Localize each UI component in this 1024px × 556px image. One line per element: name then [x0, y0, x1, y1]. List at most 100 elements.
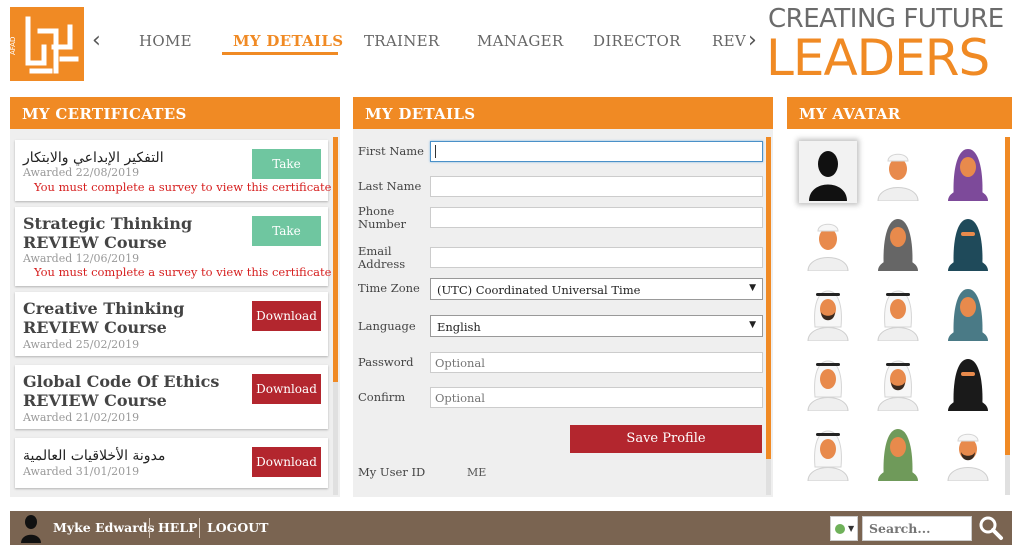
avatar-figure-icon [948, 289, 988, 341]
text-caret [435, 145, 436, 158]
details-scrollbar[interactable] [766, 137, 771, 495]
certificate-card: Creative Thinking REVIEW Course Awarded … [15, 292, 328, 356]
language-label: Language [358, 319, 416, 333]
certificate-title: Creative Thinking REVIEW Course [23, 299, 185, 337]
download-button[interactable]: Download [252, 447, 321, 477]
time-zone-select[interactable]: (UTC) Coordinated Universal Time ▼ [430, 278, 763, 300]
certificate-title: مدونة الأخلاقيات العالمية [23, 448, 166, 464]
language-value: English [437, 320, 481, 334]
search-icon[interactable] [978, 515, 1004, 541]
details-heading: MY DETAILS [353, 97, 773, 129]
first-name-input[interactable] [430, 141, 763, 162]
language-select[interactable]: English ▼ [430, 315, 763, 337]
chevron-left-icon[interactable]: ‹ [92, 28, 101, 53]
avatar-figure-icon [809, 151, 847, 201]
phone-number-input[interactable] [430, 207, 763, 228]
first-name-label: First Name [358, 144, 424, 158]
confirm-label: Confirm [358, 390, 406, 404]
password-input[interactable] [430, 352, 763, 373]
avatar-figure-icon [807, 360, 849, 411]
user-id-value: ME [467, 466, 487, 479]
avatar-option[interactable] [799, 421, 857, 483]
footer-divider [199, 518, 200, 538]
nav-trainer[interactable]: TRAINER [364, 32, 440, 50]
avatar-figure-icon [948, 149, 988, 201]
svg-text:AFAD: AFAD [10, 37, 17, 55]
avatar-figure-icon [807, 430, 849, 481]
avatar-figure-icon [878, 429, 918, 481]
avatar-option[interactable] [939, 141, 997, 203]
avatar-option[interactable] [869, 281, 927, 343]
save-profile-button[interactable]: Save Profile [570, 425, 762, 453]
footer-bar: Myke Edwards HELP LOGOUT ▼ [10, 511, 1012, 545]
avatar-option[interactable] [869, 351, 927, 413]
avatar-option[interactable] [869, 421, 927, 483]
details-panel: MY DETAILS First Name Last Name Phone Nu… [353, 97, 773, 497]
avatar-option[interactable] [799, 351, 857, 413]
nav-review[interactable]: REVI [712, 32, 746, 50]
nav-director[interactable]: DIRECTOR [593, 32, 681, 50]
last-name-input[interactable] [430, 176, 763, 197]
avatar-figure-icon [948, 359, 988, 411]
footer-divider [149, 518, 150, 538]
time-zone-value: (UTC) Coordinated Universal Time [437, 283, 641, 297]
avatar-heading: MY AVATAR [787, 97, 1012, 129]
logout-link[interactable]: LOGOUT [207, 520, 268, 535]
certificate-card: Global Code Of Ethics REVIEW Course Awar… [15, 365, 328, 429]
email-address-input[interactable] [430, 247, 763, 268]
avatar-option[interactable] [799, 211, 857, 273]
certificate-date: Awarded 31/01/2019 [23, 465, 140, 478]
avatar-scrollbar[interactable] [1005, 137, 1010, 495]
scrollbar-thumb[interactable] [766, 137, 771, 459]
nav-my-details[interactable]: MY DETAILS [233, 32, 343, 50]
confirm-password-input[interactable] [430, 387, 763, 408]
avatar-option[interactable] [799, 281, 857, 343]
search-input[interactable] [862, 516, 972, 541]
email-address-label: Email Address [358, 244, 406, 271]
certificate-date: Awarded 22/08/2019 [23, 166, 140, 179]
dropdown-arrow-icon: ▼ [749, 283, 756, 293]
scrollbar-thumb[interactable] [1005, 137, 1010, 455]
certificate-title: Strategic Thinking REVIEW Course [23, 214, 193, 252]
avatar-option[interactable] [939, 351, 997, 413]
help-link[interactable]: HELP [158, 520, 198, 535]
main-nav: HOME MY DETAILS TRAINER MANAGER DIRECTOR… [110, 32, 746, 62]
certificate-card: التفكير الإبداعي والابتكار Awarded 22/08… [15, 140, 331, 201]
take-survey-button[interactable]: Take Survey [252, 216, 321, 268]
avatar-option[interactable] [799, 141, 857, 203]
language-switcher[interactable]: ▼ [830, 516, 858, 541]
avatar-figure-icon [877, 360, 919, 411]
dropdown-arrow-icon: ▼ [749, 320, 756, 330]
avatar-figure-icon [878, 219, 918, 271]
certificates-panel: MY CERTIFICATES التفكير الإبداعي والابتك… [10, 97, 340, 497]
certificate-card: Strategic Thinking REVIEW Course Awarded… [15, 207, 331, 286]
active-nav-underline [222, 52, 338, 55]
phone-number-label: Phone Number [358, 204, 407, 231]
scrollbar-thumb[interactable] [333, 137, 338, 382]
avatar-option[interactable] [939, 211, 997, 273]
avatar-option[interactable] [869, 141, 927, 203]
footer-user-name[interactable]: Myke Edwards [53, 520, 155, 535]
avatar-figure-icon [877, 153, 919, 201]
avatar-figure-icon [807, 290, 849, 341]
avatar-figure-icon [947, 433, 989, 481]
globe-icon [835, 524, 845, 534]
download-button[interactable]: Download [252, 374, 321, 404]
avatar-panel: MY AVATAR [787, 97, 1012, 497]
nav-home[interactable]: HOME [139, 32, 192, 50]
avatar-figure-icon [807, 223, 849, 271]
brand-leaders: LEADERS [766, 29, 990, 87]
nav-manager[interactable]: MANAGER [477, 32, 563, 50]
take-survey-button[interactable]: Take Survey [252, 149, 321, 201]
certificates-heading: MY CERTIFICATES [10, 97, 340, 129]
download-button[interactable]: Download [252, 301, 321, 331]
avatar-option[interactable] [939, 421, 997, 483]
certificate-date: Awarded 21/02/2019 [23, 411, 140, 424]
chevron-right-icon[interactable]: › [748, 28, 757, 53]
certificates-scrollbar[interactable] [333, 137, 338, 495]
avatar-option[interactable] [939, 281, 997, 343]
afad-logo[interactable]: AFAD [10, 7, 84, 81]
avatar-option[interactable] [869, 211, 927, 273]
avatar-figure-icon [877, 290, 919, 341]
certificate-date: Awarded 12/06/2019 [23, 252, 140, 265]
